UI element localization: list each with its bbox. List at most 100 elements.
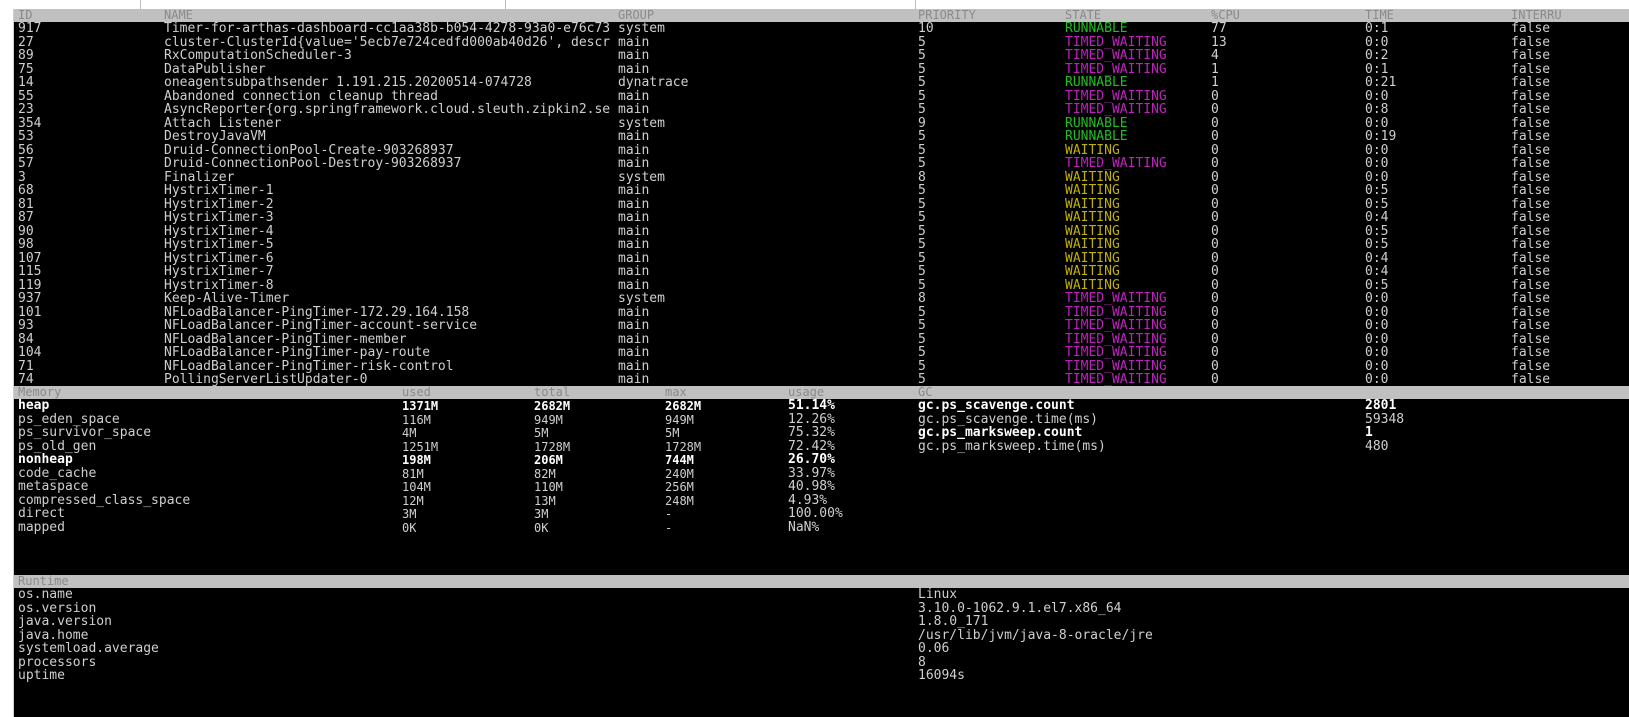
thread-name: oneagentsubpathsender 1.191.215.20200514… bbox=[164, 76, 532, 90]
thread-group: main bbox=[618, 265, 650, 279]
thread-priority: 8 bbox=[918, 170, 926, 185]
thread-name: DataPublisher bbox=[164, 62, 266, 77]
thread-row[interactable]: 71 NFLoadBalancer-PingTimer-risk-control m… bbox=[14, 360, 1629, 374]
thread-id: 14 bbox=[18, 76, 34, 90]
thread-row[interactable]: 119 HystrixTimer-8 main 5 WAITING 0 0:5 false bbox=[14, 279, 1629, 293]
thread-row[interactable]: 98 HystrixTimer-5 main 5 WAITING 0 0:5 false bbox=[14, 238, 1629, 252]
thread-row[interactable]: 56 Druid-ConnectionPool-Create-903268937 m… bbox=[14, 144, 1629, 158]
runtime-name: java.version bbox=[18, 615, 112, 629]
thread-row[interactable]: 101 NFLoadBalancer-PingTimer-172.29.164.1… bbox=[14, 306, 1629, 320]
thread-row[interactable]: 74 PollingServerListUpdater-0 main 5 TIMED_W… bbox=[14, 373, 1629, 387]
thread-priority: 5 bbox=[918, 35, 926, 50]
thread-row[interactable]: 90 HystrixTimer-4 main 5 WAITING 0 0:5 false bbox=[14, 225, 1629, 239]
thread-row[interactable]: 937 Keep-Alive-Timer system 8 TIMED_WAITING 0… bbox=[14, 292, 1629, 306]
thread-priority: 5 bbox=[918, 62, 926, 77]
runtime-name: uptime bbox=[18, 669, 65, 683]
thread-cpu: 0 bbox=[1211, 305, 1219, 320]
thread-cpu: 77 bbox=[1211, 22, 1227, 36]
memory-usage: 75.32% bbox=[788, 426, 835, 440]
thread-row[interactable]: 104 NFLoadBalancer-PingTimer-pay-route mai… bbox=[14, 346, 1629, 360]
thread-row[interactable]: 115 HystrixTimer-7 main 5 WAITING 0 0:4 false bbox=[14, 265, 1629, 279]
thread-row[interactable]: 55 Abandoned connection cleanup thread mai… bbox=[14, 90, 1629, 104]
thread-time: 0:0 bbox=[1365, 116, 1389, 131]
thread-state: TIMED_WAITING bbox=[1065, 62, 1167, 77]
thread-time: 0:0 bbox=[1365, 292, 1389, 306]
thread-name: HystrixTimer-4 bbox=[164, 224, 274, 239]
memory-name: compressed_class_space bbox=[18, 493, 191, 508]
memory-row: ps_survivor_space 4M 5M 5M 75.32% bbox=[14, 426, 914, 440]
thread-state: RUNNABLE bbox=[1065, 116, 1128, 131]
memory-used: 1371M bbox=[402, 399, 439, 413]
thread-state: TIMED_WAITING bbox=[1065, 157, 1167, 171]
thread-priority: 5 bbox=[918, 359, 926, 374]
memory-max: 744M bbox=[665, 453, 694, 467]
thread-state: WAITING bbox=[1065, 197, 1120, 212]
gc-title: GC bbox=[918, 386, 933, 399]
thread-group: system bbox=[618, 170, 665, 185]
thread-row[interactable]: 53 DestroyJavaVM main 5 RUNNABLE 0 0:19 false bbox=[14, 130, 1629, 144]
thread-row[interactable]: 23 AsyncReporter{org.springframework.clou… bbox=[14, 103, 1629, 117]
gc-name: gc.ps_marksweep.count bbox=[918, 426, 1083, 440]
thread-name: DestroyJavaVM bbox=[164, 130, 266, 144]
thread-cpu: 0 bbox=[1211, 265, 1219, 279]
memory-col-used: used bbox=[402, 386, 431, 399]
thread-time: 0:0 bbox=[1365, 346, 1389, 360]
memory-row: ps_old_gen 1251M 1728M 1728M 72.42% bbox=[14, 440, 914, 454]
runtime-row: os.name Linux bbox=[14, 588, 1629, 602]
thread-time: 0:0 bbox=[1365, 319, 1389, 333]
thread-row[interactable]: 354 Attach Listener system 9 RUNNABLE 0 0:0 fal… bbox=[14, 117, 1629, 131]
memory-name: mapped bbox=[18, 520, 65, 535]
thread-id: 93 bbox=[18, 319, 34, 333]
window-top-strip bbox=[0, 0, 1629, 9]
thread-row[interactable]: 14 oneagentsubpathsender 1.191.215.202005… bbox=[14, 76, 1629, 90]
thread-time: 0:21 bbox=[1365, 76, 1397, 90]
memory-row: metaspace 104M 110M 256M 40.98% bbox=[14, 480, 914, 494]
thread-row[interactable]: 75 DataPublisher main 5 TIMED_WAITING 1 0:1 fal… bbox=[14, 63, 1629, 77]
thread-interrupted: false bbox=[1511, 238, 1551, 252]
thread-priority: 5 bbox=[918, 319, 926, 333]
thread-row[interactable]: 107 HystrixTimer-6 main 5 WAITING 0 0:4 false bbox=[14, 252, 1629, 266]
thread-col-interrupted: INTERRU bbox=[1511, 9, 1562, 22]
thread-interrupted: false bbox=[1511, 373, 1551, 387]
thread-state: WAITING bbox=[1065, 170, 1120, 185]
thread-name: HystrixTimer-6 bbox=[164, 251, 274, 266]
runtime-header: Runtime bbox=[14, 575, 1629, 588]
memory-used: 116M bbox=[402, 412, 431, 427]
thread-row[interactable]: 3 Finalizer system 8 WAITING 0 0:0 false bbox=[14, 171, 1629, 185]
thread-state: TIMED_WAITING bbox=[1065, 373, 1167, 387]
thread-id: 57 bbox=[18, 157, 34, 171]
memory-usage: 26.70% bbox=[788, 453, 835, 467]
thread-row[interactable]: 87 HystrixTimer-3 main 5 WAITING 0 0:4 false bbox=[14, 211, 1629, 225]
memory-max: 5M bbox=[665, 426, 680, 440]
thread-row[interactable]: 84 NFLoadBalancer-PingTimer-member main 5 TI… bbox=[14, 333, 1629, 347]
thread-row[interactable]: 81 HystrixTimer-2 main 5 WAITING 0 0:5 false bbox=[14, 198, 1629, 212]
thread-row[interactable]: 89 RxComputationScheduler-3 main 5 TIMED_WAI… bbox=[14, 49, 1629, 63]
thread-row[interactable]: 57 Druid-ConnectionPool-Destroy-903268937… bbox=[14, 157, 1629, 171]
thread-row[interactable]: 917 Timer-for-arthas-dashboard-cc1aa38b-b… bbox=[14, 22, 1629, 36]
thread-state: TIMED_WAITING bbox=[1065, 319, 1167, 333]
thread-cpu: 0 bbox=[1211, 278, 1219, 293]
terminal-dashboard[interactable]: ID NAME GROUP PRIORITY STATE %CPU TIME I… bbox=[14, 9, 1629, 717]
thread-row[interactable]: 68 HystrixTimer-1 main 5 WAITING 0 0:5 false bbox=[14, 184, 1629, 198]
thread-cpu: 0 bbox=[1211, 197, 1219, 212]
thread-id: 90 bbox=[18, 224, 34, 239]
thread-group: main bbox=[618, 278, 650, 293]
window-left-gutter bbox=[0, 9, 14, 717]
thread-state: WAITING bbox=[1065, 224, 1120, 239]
memory-name: metaspace bbox=[18, 480, 89, 494]
thread-cpu: 0 bbox=[1211, 184, 1219, 198]
runtime-value: 1.8.0_171 bbox=[918, 615, 989, 629]
thread-col-id: ID bbox=[18, 9, 33, 22]
thread-row[interactable]: 27 cluster-ClusterId{value='5ecb7e724cedf… bbox=[14, 36, 1629, 50]
thread-group: main bbox=[618, 238, 650, 252]
thread-interrupted: false bbox=[1511, 332, 1551, 347]
memory-name: ps_survivor_space bbox=[18, 426, 152, 440]
memory-gc-header: Memory used total max usage GC bbox=[14, 386, 1629, 399]
thread-col-name: NAME bbox=[164, 9, 193, 22]
gc-row: gc.ps_scavenge.count 2801 bbox=[914, 399, 1629, 413]
thread-row[interactable]: 93 NFLoadBalancer-PingTimer-account-servi… bbox=[14, 319, 1629, 333]
runtime-title: Runtime bbox=[18, 575, 69, 588]
thread-cpu: 0 bbox=[1211, 238, 1219, 252]
thread-name: PollingServerListUpdater-0 bbox=[164, 373, 368, 387]
thread-group: main bbox=[618, 35, 650, 50]
